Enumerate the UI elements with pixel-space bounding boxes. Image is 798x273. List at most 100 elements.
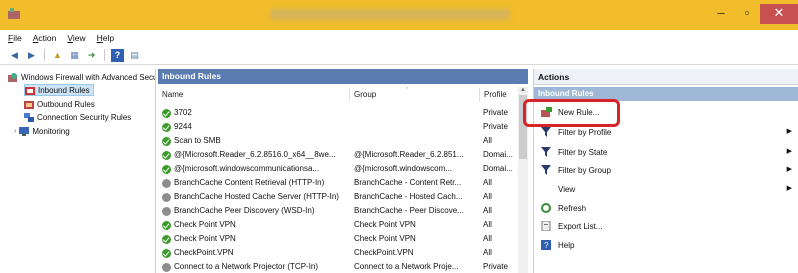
rule-name-cell: @{Microsoft.Reader_6.2.8516.0_x64__8we..… [162, 148, 352, 162]
action-label: Filter by Profile [558, 127, 612, 137]
rule-name: Check Point VPN [174, 220, 236, 229]
rule-group-cell [354, 134, 484, 148]
rule-name-cell: BranchCache Peer Discovery (WSD-In) [162, 204, 352, 218]
table-row[interactable]: Scan to SMB All [158, 134, 516, 148]
action-label: Export List... [558, 221, 603, 231]
rule-name: CheckPoint.VPN [174, 248, 234, 257]
disabled-rule-icon [162, 192, 171, 202]
monitoring-icon [19, 126, 30, 136]
rule-name-cell: Check Point VPN [162, 218, 352, 232]
table-row[interactable]: BranchCache Content Retrieval (HTTP-In) B… [158, 176, 516, 190]
menu-help[interactable]: Help [97, 33, 114, 43]
rule-name: BranchCache Hosted Cache Server (HTTP-In… [174, 192, 339, 201]
actions-pane-title: Actions [534, 69, 798, 85]
table-row[interactable]: CheckPoint.VPN CheckPoint.VPN All [158, 246, 516, 260]
action-pane-icon[interactable]: ▤ [128, 49, 141, 62]
table-row[interactable]: BranchCache Hosted Cache Server (HTTP-In… [158, 190, 516, 204]
tree-item-monitoring[interactable]: › Monitoring [14, 125, 70, 137]
table-row[interactable]: @{Microsoft.Reader_6.2.8516.0_x64__8we..… [158, 148, 516, 162]
scroll-up-icon[interactable]: ▲ [518, 87, 528, 95]
show-hide-tree-icon[interactable]: ▦ [68, 49, 81, 62]
submenu-arrow-icon: ▶ [786, 128, 792, 135]
rule-name-cell: CheckPoint.VPN [162, 246, 352, 260]
rule-profile-cell: Private [483, 262, 508, 271]
action-view[interactable]: View ▶ [540, 181, 794, 197]
enabled-rule-icon [162, 220, 171, 230]
window-titlebar: – ▫ ✕ [0, 0, 798, 30]
menu-action[interactable]: Action [33, 33, 57, 43]
rule-name: BranchCache Peer Discovery (WSD-In) [174, 206, 315, 215]
rule-group-cell: Connect to a Network Proje... [354, 262, 459, 271]
forward-icon[interactable]: ▶ [25, 49, 38, 62]
rule-name-cell: 3702 [162, 106, 352, 120]
action-label: Filter by State [558, 147, 608, 157]
help-icon[interactable]: ? [111, 48, 124, 62]
disabled-rule-icon [162, 178, 171, 188]
tree-item-connection-security-rules[interactable]: Connection Security Rules [24, 111, 131, 123]
rule-profile-cell: All [483, 206, 492, 215]
rule-name-cell: BranchCache Content Retrieval (HTTP-In) [162, 176, 352, 190]
filter-icon [540, 147, 552, 158]
enabled-rule-icon [162, 108, 171, 118]
rule-group-cell [354, 120, 484, 134]
svg-text:?: ? [544, 241, 549, 250]
tree-item-inbound-rules[interactable]: Inbound Rules [24, 84, 94, 96]
disabled-rule-icon [162, 206, 171, 216]
action-refresh[interactable]: Refresh [540, 200, 794, 216]
column-header-profile[interactable]: Profile [480, 88, 520, 102]
rule-group-cell: Check Point VPN [354, 234, 416, 243]
table-row[interactable]: Check Point VPN Check Point VPN All [158, 218, 516, 232]
tree-root-label: Windows Firewall with Advanced Security [21, 72, 156, 82]
blank-icon [540, 184, 552, 195]
rule-name: 9244 [174, 122, 192, 131]
enabled-rule-icon [162, 234, 171, 244]
rule-profile-cell: All [483, 248, 492, 257]
tree-item-outbound-rules[interactable]: Outbound Rules [24, 98, 95, 110]
submenu-arrow-icon: ▶ [786, 166, 792, 173]
rule-name-cell: 9244 [162, 120, 352, 134]
table-row[interactable]: BranchCache Peer Discovery (WSD-In) Branc… [158, 204, 516, 218]
rules-pane: Inbound Rules Name Group ˆ Profile 3702 P… [158, 69, 528, 273]
table-row[interactable]: Check Point VPN Check Point VPN All [158, 232, 516, 246]
menu-file[interactable]: File [8, 33, 22, 43]
up-folder-icon[interactable]: ▲ [51, 49, 64, 62]
filter-icon [540, 127, 552, 138]
toolbar-divider [104, 49, 105, 61]
navigation-tree: Windows Firewall with Advanced Security … [6, 69, 156, 273]
close-button[interactable]: ✕ [760, 4, 798, 24]
export-icon [540, 221, 552, 232]
tree-root[interactable]: Windows Firewall with Advanced Security [8, 71, 156, 83]
table-row[interactable]: 3702 Private [158, 106, 516, 120]
connection-security-icon [24, 112, 34, 122]
action-export-list[interactable]: Export List... [540, 218, 794, 234]
inbound-rules-icon [25, 86, 35, 95]
enabled-rule-icon [162, 136, 171, 146]
menu-view[interactable]: View [67, 33, 85, 43]
table-row[interactable]: @{microsoft.windowscommunicationsa... @{m… [158, 162, 516, 176]
rules-pane-title: Inbound Rules [158, 69, 528, 84]
tree-item-label: Inbound Rules [38, 85, 90, 95]
firewall-icon [8, 72, 17, 82]
column-header-name[interactable]: Name [158, 88, 350, 102]
minimize-button[interactable]: – [708, 4, 734, 24]
rule-group-cell: BranchCache - Hosted Cach... [354, 192, 463, 201]
outbound-rules-icon [24, 100, 34, 109]
enabled-rule-icon [162, 248, 171, 258]
back-icon[interactable]: ◀ [8, 49, 21, 62]
action-filter-by-group[interactable]: Filter by Group ▶ [540, 162, 794, 178]
column-header-group[interactable]: Group [350, 88, 480, 102]
table-row[interactable]: 9244 Private [158, 120, 516, 134]
rule-profile-cell: Private [483, 122, 508, 131]
maximize-button[interactable]: ▫ [734, 4, 760, 24]
refresh-icon [540, 203, 552, 214]
table-row[interactable]: Connect to a Network Projector (TCP-In) C… [158, 260, 516, 273]
action-filter-by-state[interactable]: Filter by State ▶ [540, 144, 794, 160]
action-label: Refresh [558, 203, 587, 213]
export-list-icon[interactable]: ➜ [85, 49, 98, 62]
action-help[interactable]: ? Help [540, 237, 794, 253]
rule-group-cell: @{microsoft.windowscom... [354, 164, 452, 173]
action-label: Help [558, 240, 575, 250]
tree-item-label: Outbound Rules [37, 99, 95, 109]
expand-chevron-icon[interactable]: › [14, 128, 16, 135]
tree-item-label: Connection Security Rules [37, 112, 132, 122]
